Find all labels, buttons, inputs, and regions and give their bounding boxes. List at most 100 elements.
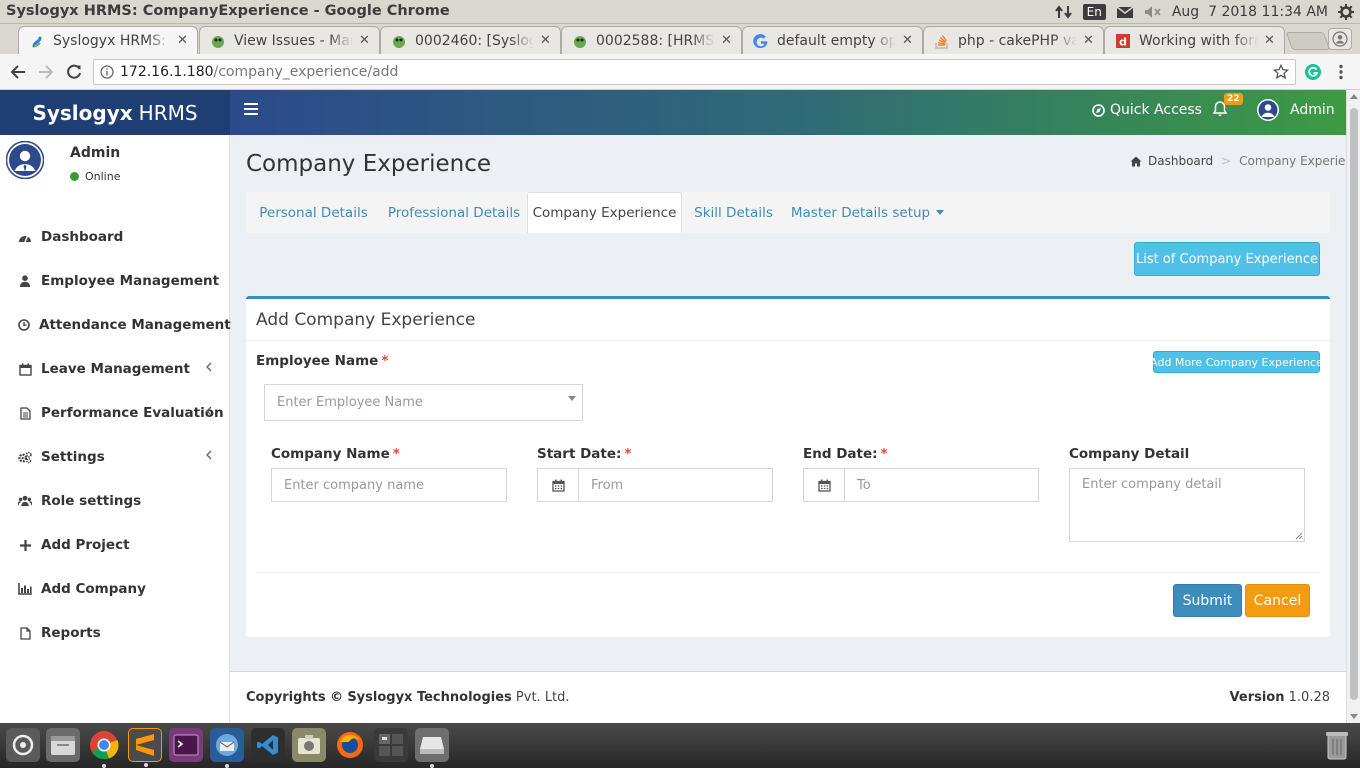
browser-tab-working-with-forms[interactable]: d Working with forms ✕ [1104, 26, 1285, 54]
resize-handle-icon[interactable] [1295, 532, 1303, 540]
power-gear-icon[interactable] [1338, 4, 1354, 20]
trash-icon[interactable] [1320, 728, 1354, 762]
company-suffix: Pvt. Ltd. [515, 690, 570, 705]
tab-close-icon[interactable]: ✕ [1083, 34, 1095, 47]
grammarly-extension-icon[interactable] [1302, 61, 1324, 83]
sidebar-item-role-settings[interactable]: Role settings [0, 479, 230, 523]
tab-master-details-setup[interactable]: Master Details setup [785, 192, 950, 233]
sidebar-item-add-company[interactable]: Add Company [0, 567, 230, 611]
network-arrows-icon[interactable] [1054, 4, 1073, 20]
dashboard-icon [18, 230, 32, 244]
tab-close-icon[interactable]: ✕ [721, 34, 733, 47]
sidebar-item-reports[interactable]: Reports [0, 611, 230, 655]
sidebar-item-label: Performance Evaluation [41, 405, 224, 421]
scroll-up-arrow-icon[interactable] [1350, 94, 1358, 99]
files-icon[interactable] [46, 728, 80, 762]
breadcrumb-link-dashboard[interactable]: Dashboard [1148, 154, 1213, 168]
tab-label: default empty option [777, 32, 896, 49]
reload-icon[interactable] [63, 61, 85, 83]
sidebar-item-add-project[interactable]: Add Project [0, 523, 230, 567]
running-indicator [144, 763, 148, 767]
chrome-icon[interactable] [87, 728, 121, 768]
quick-access-link[interactable]: Quick Access [1092, 102, 1202, 118]
tab-professional-details[interactable]: Professional Details [381, 192, 527, 233]
mail-icon[interactable] [1116, 5, 1134, 19]
sidebar-item-settings[interactable]: Settings [0, 435, 230, 479]
breadcrumb-current: Company Experience [1239, 154, 1346, 168]
sidebar-item-performance-evaluation[interactable]: Performance Evaluation [0, 391, 230, 435]
company-detail-placeholder: Enter company detail [1082, 477, 1222, 492]
browser-tab-issue-2588[interactable]: 0002588: [HRMS_v ✕ [561, 26, 742, 54]
drive-icon[interactable] [415, 728, 449, 768]
screenshot-tool-icon[interactable] [292, 728, 326, 762]
tab-close-icon[interactable]: ✕ [1264, 34, 1276, 47]
browser-tab-hrms[interactable]: Syslogyx HRMS: CompanyExperience ✕ [18, 26, 198, 54]
browser-menu-icon[interactable] [1330, 61, 1352, 83]
sublime-text-icon[interactable] [128, 728, 162, 767]
tab-close-icon[interactable]: ✕ [540, 34, 552, 47]
browser-tab-stackoverflow[interactable]: php - cakePHP value ✕ [923, 26, 1104, 54]
tab-skill-details[interactable]: Skill Details [682, 192, 785, 233]
browser-tab-google-search[interactable]: default empty option ✕ [742, 26, 923, 54]
clock[interactable]: Aug 7 2018 11:34 AM [1172, 4, 1328, 20]
tab-close-icon[interactable]: ✕ [359, 34, 371, 47]
browser-tab-issue-2460[interactable]: 0002460: [Syslogyx HRMS] ✕ [380, 26, 561, 54]
tab-close-icon[interactable]: ✕ [177, 34, 189, 47]
start-date-calendar-icon[interactable] [537, 468, 579, 502]
sidebar-item-employee-management[interactable]: Employee Management [0, 259, 230, 303]
start-date-input[interactable]: From [578, 468, 773, 502]
plus-icon [18, 538, 32, 552]
sidebar-item-leave-management[interactable]: Leave Management [0, 347, 230, 391]
status-label: Online [85, 170, 121, 183]
page-scrollbar[interactable] [1346, 90, 1360, 723]
sidebar-toggle-icon[interactable] [244, 103, 260, 117]
employee-name-select[interactable]: Enter Employee Name [264, 384, 583, 421]
tab-personal-details[interactable]: Personal Details [246, 192, 381, 233]
os-top-bar: Syslogyx HRMS: CompanyExperience - Googl… [0, 0, 1360, 24]
list-company-experience-button[interactable]: List of Company Experience [1134, 242, 1320, 276]
compass-icon [1092, 103, 1105, 117]
cancel-button[interactable]: Cancel [1245, 584, 1310, 617]
address-bar[interactable]: 172.16.1.180/company_experience/add [93, 59, 1296, 85]
sidebar-item-dashboard[interactable]: Dashboard [0, 215, 230, 259]
add-more-company-experience-button[interactable]: Add More Company Experience [1150, 351, 1323, 373]
volume-muted-icon[interactable] [1144, 5, 1162, 19]
file-text-icon [18, 406, 32, 420]
scroll-down-arrow-icon[interactable] [1350, 714, 1358, 719]
sidebar-menu: Dashboard Employee Management Attendance… [0, 215, 231, 655]
brand-logo[interactable]: Syslogyx HRMS [0, 90, 230, 135]
running-indicator [430, 764, 434, 768]
workspace-switcher-icon[interactable] [374, 728, 408, 762]
company-name-input[interactable]: Enter company name [271, 468, 507, 502]
tab-company-experience[interactable]: Company Experience [527, 192, 682, 233]
label-text: Company Name [271, 446, 390, 462]
sidebar-item-attendance-management[interactable]: Attendance Management [0, 303, 231, 347]
terminal-icon[interactable] [169, 728, 203, 762]
employee-name-label: Employee Name * [256, 353, 388, 369]
company-detail-textarea[interactable]: Enter company detail [1069, 468, 1305, 542]
sidebar-item-label: Dashboard [41, 229, 124, 245]
browser-tab-mantis-issues[interactable]: View Issues - Mantis ✕ [199, 26, 380, 54]
end-date-calendar-icon[interactable] [803, 468, 845, 502]
copyright-text: Copyrights © Syslogyx Technologies Pvt. … [246, 690, 570, 705]
scroll-thumb[interactable] [1350, 108, 1358, 700]
submit-button[interactable]: Submit [1173, 584, 1242, 617]
ubuntu-dash-icon[interactable] [6, 728, 40, 762]
info-icon[interactable] [100, 65, 114, 79]
keyboard-layout-indicator[interactable]: En [1082, 4, 1106, 20]
bookmark-star-icon[interactable] [1273, 64, 1289, 80]
vscode-icon[interactable] [251, 728, 285, 762]
forward-arrow-icon[interactable] [35, 61, 57, 83]
tab-close-icon[interactable]: ✕ [902, 34, 914, 47]
new-tab-button[interactable] [1285, 32, 1331, 50]
taskbar [0, 723, 1360, 768]
main-content: Company Experience Dashboard > Company E… [230, 135, 1346, 723]
thunderbird-icon[interactable] [210, 728, 244, 768]
user-menu[interactable]: Admin [1256, 98, 1335, 122]
profile-icon[interactable] [1328, 28, 1352, 50]
version-text: Version 1.0.28 [1230, 690, 1330, 705]
back-arrow-icon[interactable] [7, 61, 29, 83]
end-date-input[interactable]: To [844, 468, 1039, 502]
firefox-icon[interactable] [333, 728, 367, 762]
system-tray: En Aug 7 2018 11:34 AM [1054, 2, 1354, 22]
